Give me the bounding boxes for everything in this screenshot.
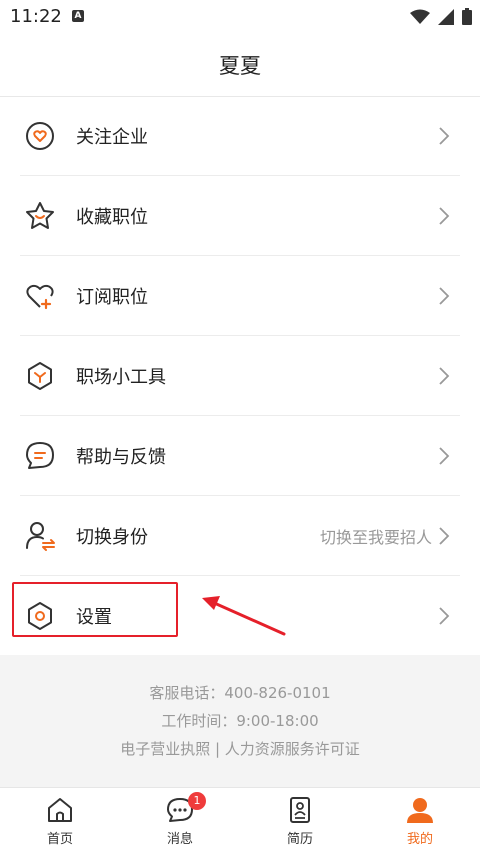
chat-bubble-icon [26,442,54,469]
notification-a-icon: A [72,10,84,22]
profile-icon [407,798,433,823]
tab-resume[interactable]: 简历 [240,788,360,855]
unread-badge: 1 [188,792,206,810]
status-bar: 11:22 A [0,0,480,34]
menu-label: 设置 [76,607,112,628]
annotation-arrow-icon [202,596,286,636]
resume-icon [290,797,310,823]
heart-plus-icon [26,284,54,310]
chevron-right-icon [439,447,450,465]
menu-item-saved-jobs[interactable]: 收藏职位 [0,176,480,256]
menu-item-subscribe-jobs[interactable]: 订阅职位 [0,256,480,336]
bottom-tab-bar: 首页 1 消息 简历 我的 [0,787,480,855]
chevron-right-icon [439,527,450,545]
menu-item-switch-identity[interactable]: 切换身份 切换至我要招人 [0,496,480,576]
menu-label: 帮助与反馈 [76,447,166,468]
menu-item-workplace-tools[interactable]: 职场小工具 [0,336,480,416]
tab-label: 简历 [286,832,313,847]
menu-label: 职场小工具 [76,367,166,388]
chevron-right-icon [439,367,450,385]
service-phone: 客服电话：400-826-0101 [149,684,331,702]
tab-label: 消息 [166,832,193,847]
signal-icon [438,8,454,25]
tab-label: 我的 [406,832,433,847]
switch-role-hint: 切换至我要招人 [319,528,432,547]
menu-item-help-feedback[interactable]: 帮助与反馈 [0,416,480,496]
chevron-right-icon [439,607,450,625]
home-icon [48,798,72,822]
status-time: 11:22 [10,6,62,27]
menu-label: 订阅职位 [76,287,148,308]
page-title: 夏夏 [219,54,261,78]
menu-label: 收藏职位 [76,207,148,228]
chevron-right-icon [439,287,450,305]
service-info: 客服电话：400-826-0101 工作时间：9:00-18:00 电子营业执照… [0,655,480,787]
star-smile-icon [26,202,54,229]
user-switch-icon [26,522,55,551]
menu-label: 关注企业 [76,127,148,148]
heart-circle-icon [26,122,54,150]
tab-home[interactable]: 首页 [0,788,120,855]
license-links[interactable]: 电子营业执照 | 人力资源服务许可证 [0,735,480,763]
hexagon-tool-icon [28,362,52,390]
status-icons [410,8,472,25]
menu-item-follow-company[interactable]: 关注企业 [0,96,480,176]
tab-label: 首页 [46,832,73,847]
battery-icon [462,8,472,25]
settings-hexagon-icon [28,602,52,630]
tab-messages[interactable]: 1 消息 [120,788,240,855]
tab-profile[interactable]: 我的 [360,788,480,855]
service-hours: 工作时间：9:00-18:00 [161,712,319,730]
menu-label: 切换身份 [76,527,148,548]
menu-list: 关注企业 收藏职位 订阅职位 职场小工具 帮助与反馈 切换身份 切换至我要招人 … [0,96,480,656]
chevron-right-icon [439,127,450,145]
page-header: 夏夏 [0,34,480,97]
wifi-icon [410,9,430,24]
chevron-right-icon [439,207,450,225]
